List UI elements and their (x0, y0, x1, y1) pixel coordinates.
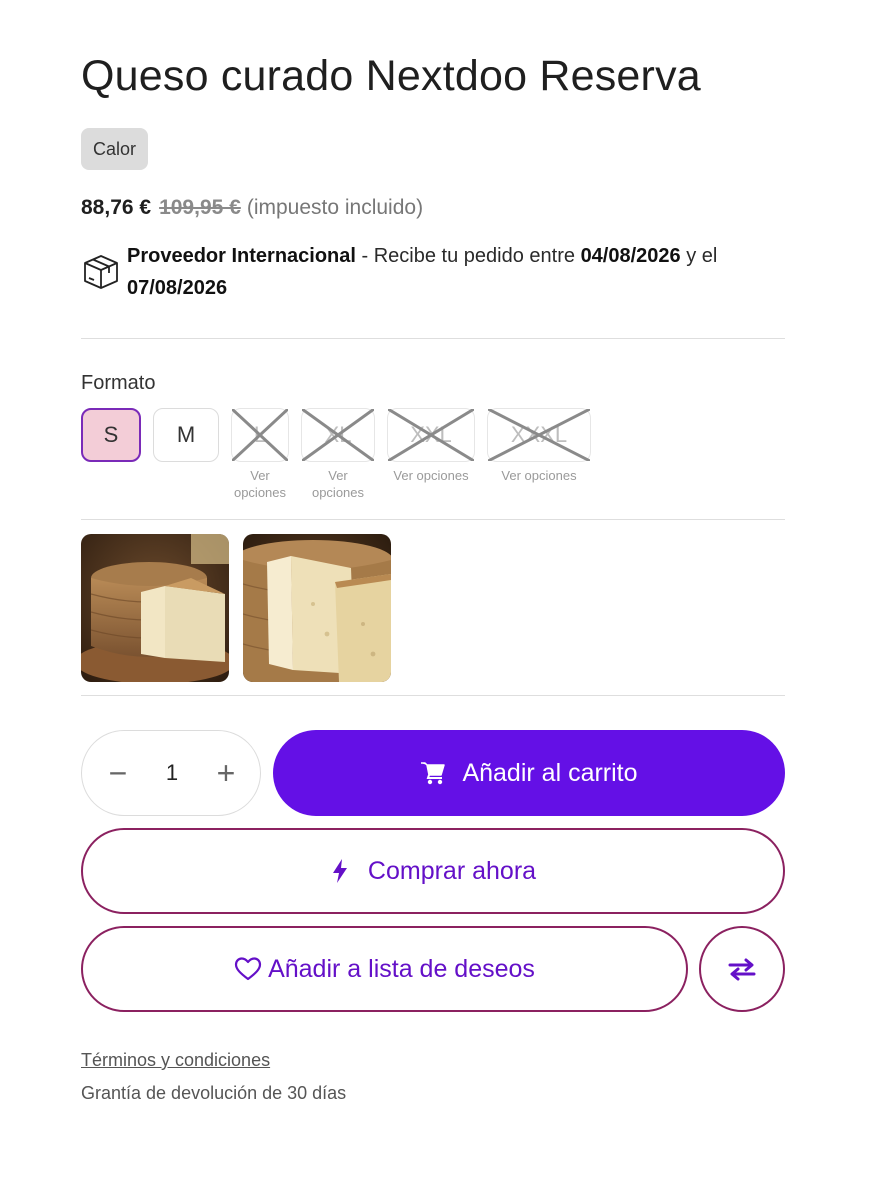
package-icon (81, 252, 121, 292)
old-price: 109,95 € (159, 196, 241, 219)
size-option-xxl[interactable]: XXL (387, 408, 475, 462)
size-option-l[interactable]: L (231, 408, 289, 462)
compare-arrows-icon (728, 958, 756, 981)
gallery-thumb-2[interactable] (243, 534, 391, 682)
unavailable-cross-icon (488, 409, 590, 461)
shipping-provider: Proveedor Internacional (127, 245, 356, 267)
heart-icon (234, 957, 262, 981)
add-to-cart-button[interactable]: Añadir al carrito (273, 730, 785, 816)
size-note[interactable]: Ver opciones (301, 467, 375, 501)
size-option-xl[interactable]: XL (301, 408, 375, 462)
divider (81, 695, 785, 696)
shipping-text-before: - Recibe tu pedido entre (355, 245, 581, 267)
lightning-icon (332, 859, 347, 883)
buy-now-label: Comprar ahora (367, 856, 537, 885)
quantity-stepper: − 1 + (81, 730, 261, 816)
format-label: Formato (81, 372, 156, 394)
cheese-wedge-photo-icon (243, 534, 391, 682)
shipping-text: Proveedor Internacional - Recibe tu pedi… (127, 240, 785, 304)
price-row: 88,76 € 109,95 € (impuesto incluido) (81, 196, 423, 220)
size-option-s[interactable]: S (81, 408, 141, 462)
add-to-wishlist-label: Añadir a lista de deseos (268, 954, 535, 983)
size-option-xxxl[interactable]: XXXL (487, 408, 591, 462)
cheese-wheel-photo-icon (81, 534, 229, 682)
shipping-date-from: 04/08/2026 (580, 245, 681, 267)
divider (81, 519, 785, 520)
size-label: S (103, 422, 119, 447)
cart-icon (421, 762, 446, 785)
quantity-value[interactable]: 1 (142, 731, 202, 815)
buy-now-button[interactable]: Comprar ahora (81, 828, 785, 914)
current-price: 88,76 € (81, 196, 152, 219)
add-to-cart-label: Añadir al carrito (462, 758, 638, 787)
size-note[interactable]: Ver opciones (227, 467, 293, 501)
category-tag[interactable]: Calor (81, 128, 149, 170)
size-note[interactable]: Ver opciones (381, 467, 481, 484)
gallery-thumb-1[interactable] (81, 534, 229, 682)
shipping-info: Proveedor Internacional - Recibe tu pedi… (81, 240, 785, 304)
size-option-m[interactable]: M (153, 408, 219, 462)
shipping-text-between: y el (680, 245, 718, 267)
quantity-decrease-button[interactable]: − (88, 731, 148, 815)
terms-link[interactable]: Términos y condiciones (81, 1050, 270, 1071)
format-options: S M L Ver opciones XL Ver opciones XXL V… (81, 408, 785, 508)
divider (81, 338, 785, 339)
warranty-text: Grantía de devolución de 30 días (81, 1083, 347, 1103)
size-note[interactable]: Ver opciones (485, 467, 593, 484)
unavailable-cross-icon (302, 409, 374, 461)
tax-note: (impuesto incluido) (246, 196, 424, 219)
add-to-wishlist-button[interactable]: Añadir a lista de deseos (81, 926, 688, 1012)
product-title: Queso curado Nextdoo Reserva (81, 52, 701, 100)
quantity-increase-button[interactable]: + (196, 731, 256, 815)
compare-button[interactable] (699, 926, 785, 1012)
unavailable-cross-icon (232, 409, 288, 461)
unavailable-cross-icon (388, 409, 474, 461)
shipping-date-to: 07/08/2026 (127, 277, 228, 299)
size-label: M (176, 422, 196, 447)
